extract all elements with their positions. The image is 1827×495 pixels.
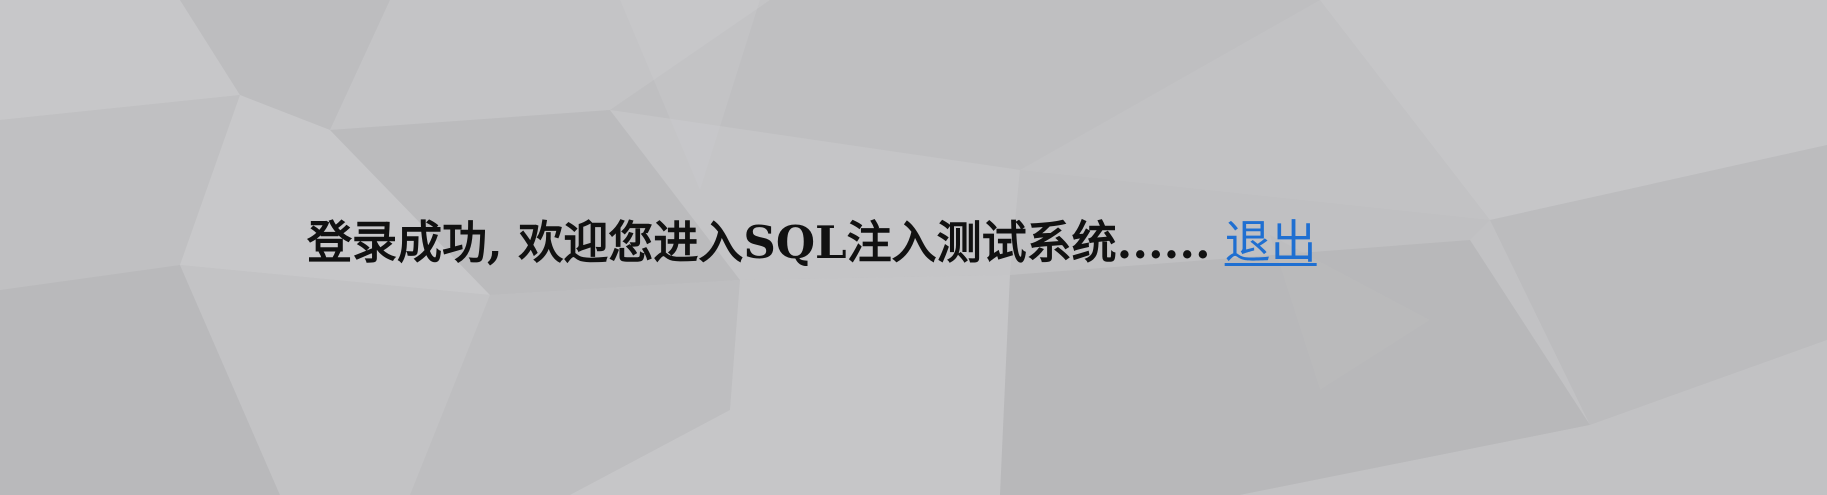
login-success-message: 登录成功, 欢迎您进入SQL注入测试系统...... xyxy=(307,215,1211,269)
logout-link[interactable]: 退出 xyxy=(1225,219,1317,265)
login-success-message-row: 登录成功, 欢迎您进入SQL注入测试系统...... 退出 xyxy=(307,212,1317,272)
